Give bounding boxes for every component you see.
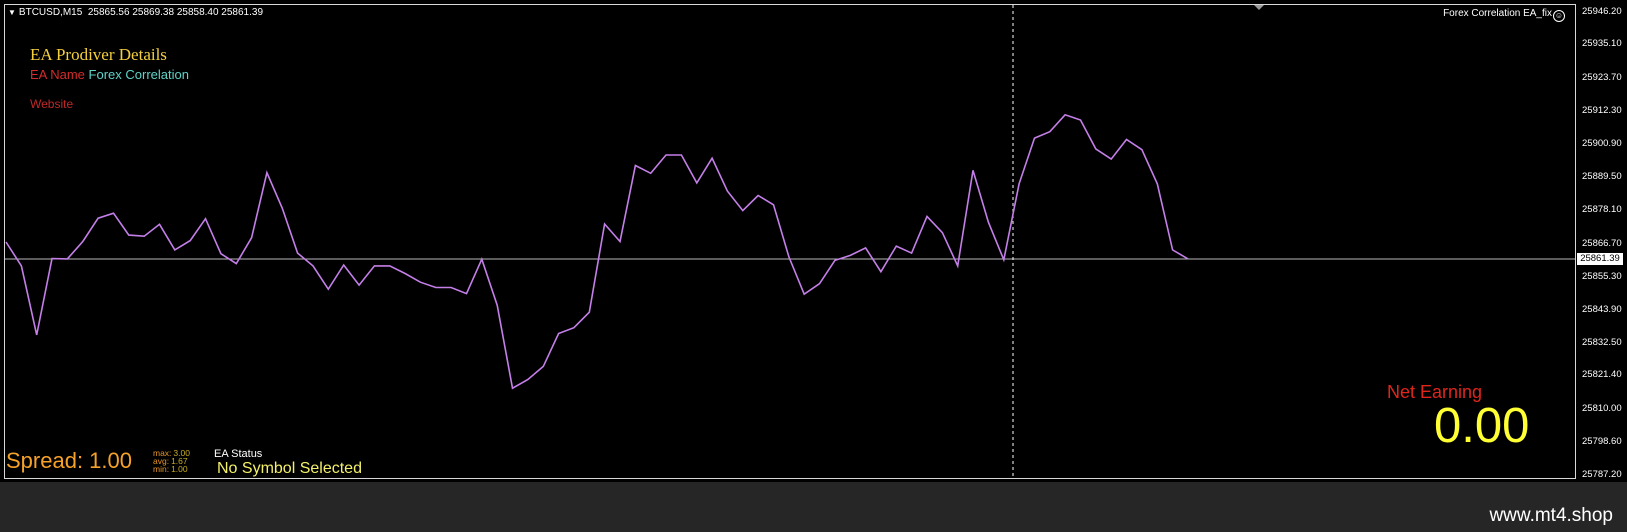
symbol-header[interactable]: ▼ BTCUSD,M15 25865.56 25869.38 25858.40 2… — [8, 7, 263, 18]
price-tick-label: 25810.00 — [1582, 402, 1622, 414]
spread-min-label: min: — [153, 464, 170, 474]
price-tick-label: 25923.70 — [1582, 71, 1622, 83]
provider-name-row: EA Name Forex Correlation — [30, 67, 189, 82]
expert-advisor-name: Forex Correlation EA_fix — [1443, 8, 1552, 19]
spread-stats: max: 3.00 avg: 1.67 min: 1.00 — [153, 449, 190, 474]
dropdown-triangle-icon[interactable]: ▼ — [8, 8, 16, 17]
smiley-icon[interactable]: ☺ — [1553, 10, 1565, 22]
price-tick-label: 25878.10 — [1582, 204, 1622, 216]
net-earning-value: 0.00 — [1434, 399, 1530, 453]
provider-title: EA Prodiver Details — [30, 45, 167, 64]
current-price-tag: 25861.39 — [1577, 253, 1623, 265]
price-tick-label: 25855.30 — [1582, 270, 1622, 282]
ea-status-value: No Symbol Selected — [217, 460, 362, 477]
ohlc-values: 25865.56 25869.38 25858.40 25861.39 — [87, 7, 264, 18]
price-tick-label: 25900.90 — [1582, 137, 1622, 149]
price-tick-label: 25843.90 — [1582, 303, 1622, 315]
chart-shift-marker[interactable] — [1254, 5, 1264, 10]
price-tick-label: 25821.40 — [1582, 369, 1622, 381]
provider-website-label: Website — [30, 97, 74, 111]
ea-status-label: EA Status — [214, 448, 263, 460]
footer-brand: www.mt4.shop — [1489, 505, 1613, 526]
price-series-line — [5, 113, 1189, 390]
price-tick-label: 25889.50 — [1582, 171, 1622, 183]
price-tick-label: 25935.10 — [1582, 38, 1622, 50]
spread-min-value: 1.00 — [171, 464, 188, 474]
symbol-label: BTCUSD,M15 — [18, 7, 83, 18]
price-tick-label: 25787.20 — [1582, 469, 1622, 480]
price-tick-label: 25866.70 — [1582, 237, 1622, 249]
provider-name-label: EA Name — [30, 67, 85, 82]
spread-label: Spread: 1.00 — [6, 448, 132, 473]
price-tick-label: 25912.30 — [1582, 104, 1622, 116]
footer-band — [0, 482, 1627, 532]
expert-advisor-indicator[interactable]: Forex Correlation EA_fix ☺ — [1443, 8, 1565, 22]
price-tick-label: 25798.60 — [1582, 435, 1622, 447]
price-tick-label: 25946.20 — [1582, 6, 1622, 17]
price-tick-label: 25832.50 — [1582, 337, 1622, 349]
provider-name-value: Forex Correlation — [88, 67, 189, 82]
